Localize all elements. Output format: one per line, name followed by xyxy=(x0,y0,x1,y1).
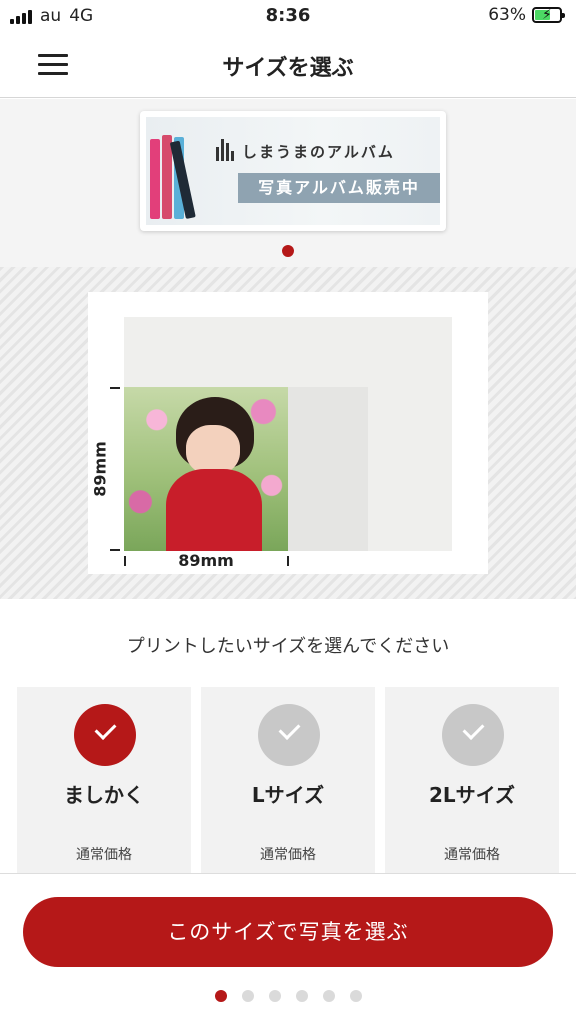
select-photos-button[interactable]: このサイズで写真を選ぶ xyxy=(23,897,553,967)
width-dimension-label: 89mm xyxy=(178,551,234,570)
size-option-price-label: 通常価格 xyxy=(260,847,316,863)
shimauma-logo-icon xyxy=(216,139,234,161)
album-promo-banner[interactable]: しまうまのアルバム 写真アルバム販売中 xyxy=(140,111,446,231)
size-option-name: 2Lサイズ xyxy=(428,783,516,807)
size-option-price-label: 通常価格 xyxy=(444,847,500,863)
size-option-price-label: 通常価格 xyxy=(76,847,132,863)
check-icon xyxy=(74,704,136,766)
height-dimension-marker xyxy=(110,387,124,551)
charging-bolt-icon: ⚡ xyxy=(542,7,552,23)
page-indicator xyxy=(0,990,576,1002)
banner-subtitle: 写真アルバム販売中 xyxy=(238,173,440,203)
preview-photo xyxy=(124,387,288,551)
size-option-name: Lサイズ xyxy=(251,783,325,807)
size-option-name: ましかく xyxy=(64,783,144,807)
page-dot[interactable] xyxy=(295,990,308,1002)
page-dot[interactable] xyxy=(214,990,227,1002)
size-options: ましかく 通常価格 Lサイズ 通常価格 2Lサイズ 通常価格 xyxy=(17,687,559,873)
photo-subject-coat xyxy=(166,469,262,551)
instruction-text: プリントしたいサイズを選んでください xyxy=(126,636,450,657)
print-preview: 89mm 89mm xyxy=(88,292,488,574)
bottom-action-bar: このサイズで写真を選ぶ xyxy=(0,873,576,1024)
page-dot[interactable] xyxy=(241,990,254,1002)
size-option-2l[interactable]: 2Lサイズ 通常価格 xyxy=(385,687,559,873)
page-dot[interactable] xyxy=(349,990,362,1002)
banner-title: しまうまのアルバム xyxy=(242,143,395,161)
status-bar-right: 63% ⚡ xyxy=(488,5,565,25)
page-title: サイズを選ぶ xyxy=(222,56,354,81)
photo-subject-face xyxy=(186,425,240,475)
check-icon xyxy=(442,704,504,766)
size-option-square[interactable]: ましかく 通常価格 xyxy=(17,687,191,873)
book-illustration xyxy=(150,139,160,219)
battery-icon: ⚡ xyxy=(532,7,565,23)
banner-page-indicator[interactable] xyxy=(282,245,294,257)
banner-image: しまうまのアルバム 写真アルバム販売中 xyxy=(146,117,440,225)
navigation-bar: サイズを選ぶ xyxy=(0,32,576,98)
battery-percent: 63% xyxy=(488,5,526,25)
page-dot[interactable] xyxy=(268,990,281,1002)
status-bar: au 4G 8:36 63% ⚡ xyxy=(0,0,576,32)
size-option-l[interactable]: Lサイズ 通常価格 xyxy=(201,687,375,873)
check-icon xyxy=(258,704,320,766)
size-preview-area: 89mm 89mm xyxy=(0,267,576,599)
height-dimension-label: 89mm xyxy=(90,441,110,497)
banner-carousel: しまうまのアルバム 写真アルバム販売中 xyxy=(0,99,576,267)
page-dot[interactable] xyxy=(322,990,335,1002)
